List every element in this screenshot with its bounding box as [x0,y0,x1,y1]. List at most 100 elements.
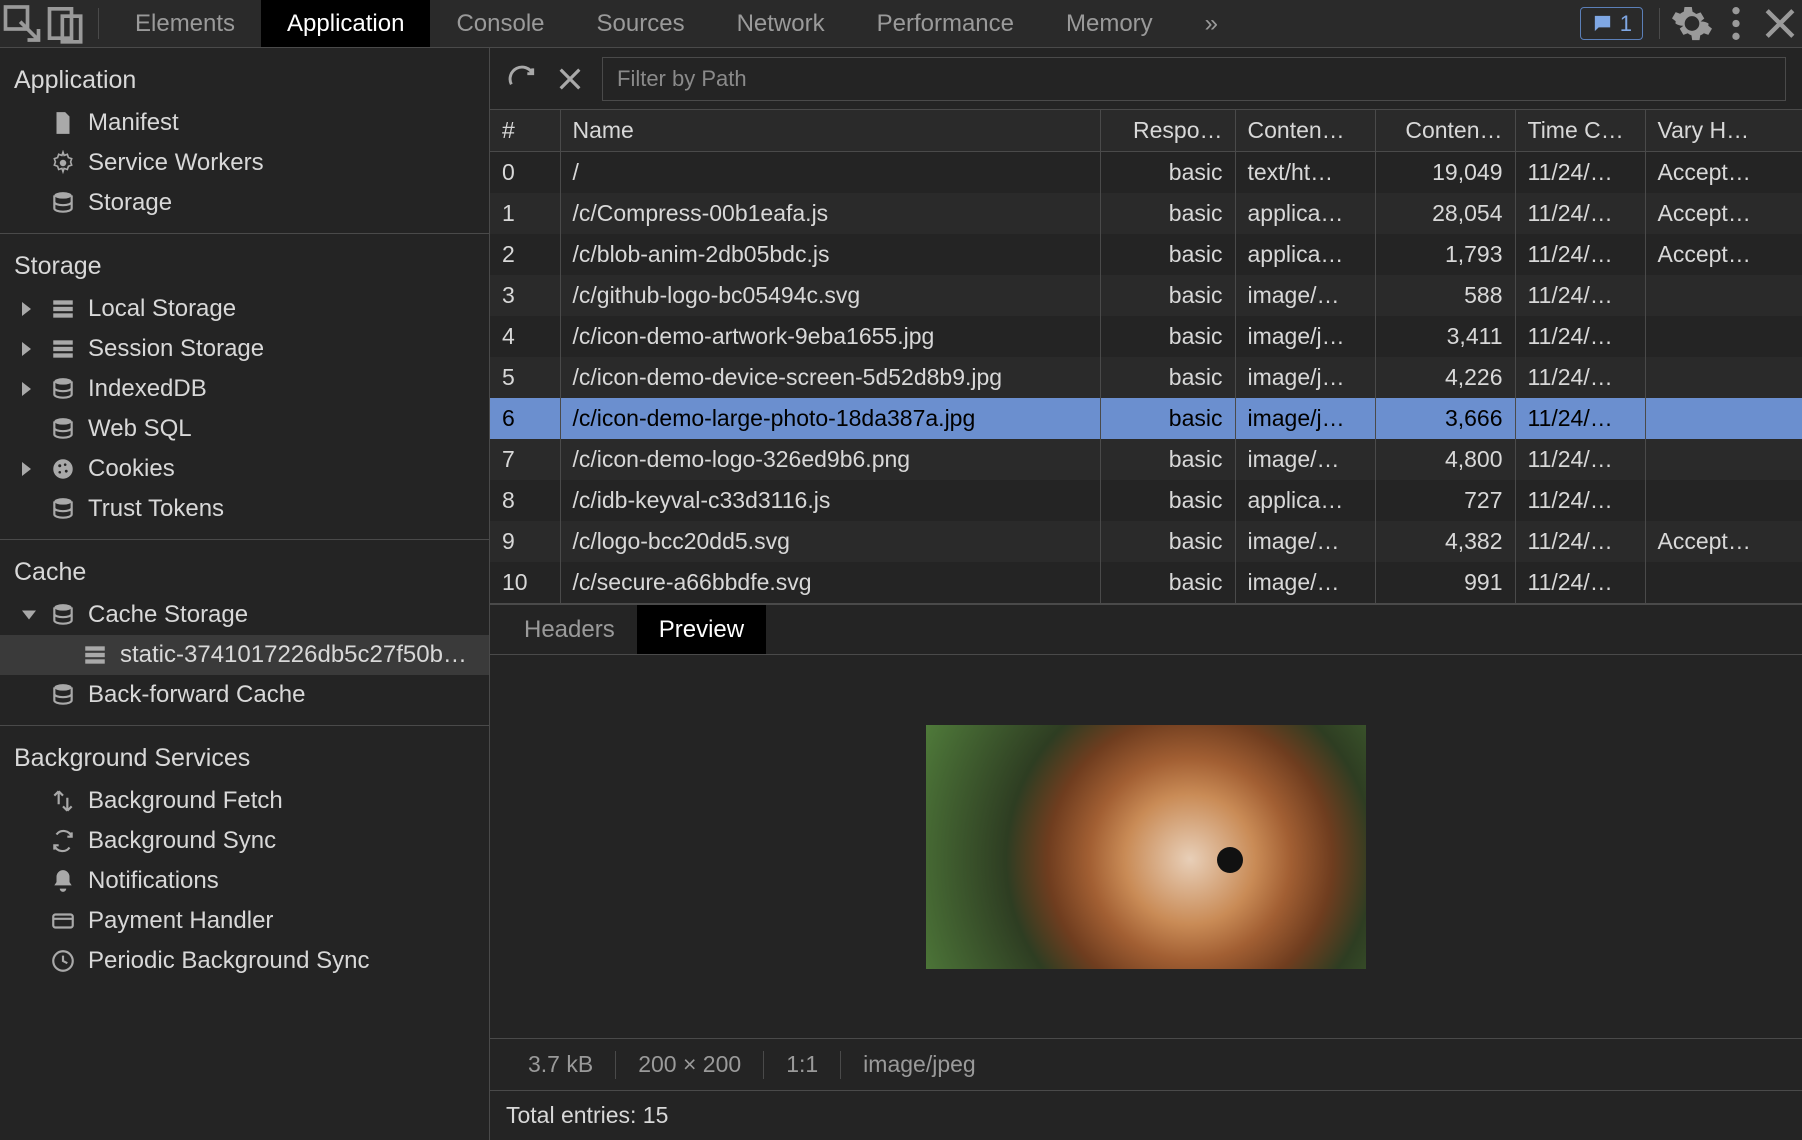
cell-content-length: 4,226 [1375,357,1515,398]
col-content-length[interactable]: Conten… [1375,110,1515,152]
cell-vary-header [1645,439,1802,480]
sidebar-item-notifications[interactable]: Notifications [0,861,489,901]
messages-badge[interactable]: 1 [1580,7,1643,40]
table-row[interactable]: 0/basictext/ht…19,04911/24/…Accept… [490,152,1802,194]
sidebar-item-background-sync[interactable]: Background Sync [0,821,489,861]
table-row[interactable]: 6/c/icon-demo-large-photo-18da387a.jpgba… [490,398,1802,439]
table-row[interactable]: 3/c/github-logo-bc05494c.svgbasicimage/…… [490,275,1802,316]
sidebar-item-session-storage[interactable]: Session Storage [0,329,489,369]
cell-vary-header [1645,398,1802,439]
table-row[interactable]: 1/c/Compress-00b1eafa.jsbasicapplica…28,… [490,193,1802,234]
table-row[interactable]: 8/c/idb-keyval-c33d3116.jsbasicapplica…7… [490,480,1802,521]
table-row[interactable]: 7/c/icon-demo-logo-326ed9b6.pngbasicimag… [490,439,1802,480]
cell-index: 8 [490,480,560,521]
cell-index: 6 [490,398,560,439]
cell-name: /c/github-logo-bc05494c.svg [560,275,1100,316]
gear-icon[interactable] [1670,0,1714,47]
detail-tab-preview[interactable]: Preview [637,605,766,654]
tab-sources[interactable]: Sources [571,0,711,47]
filter-input[interactable] [602,57,1786,101]
cell-response-type: basic [1100,193,1235,234]
tab-console[interactable]: Console [430,0,570,47]
tab-network[interactable]: Network [711,0,851,47]
cell-time-cached: 11/24/… [1515,398,1645,439]
tab-more[interactable]: » [1179,0,1244,47]
cell-response-type: basic [1100,562,1235,604]
cell-response-type: basic [1100,439,1235,480]
col-vary-header[interactable]: Vary H… [1645,110,1802,152]
table-row[interactable]: 4/c/icon-demo-artwork-9eba1655.jpgbasici… [490,316,1802,357]
cell-response-type: basic [1100,398,1235,439]
document-icon [50,110,76,136]
cell-index: 4 [490,316,560,357]
tab-elements[interactable]: Elements [109,0,261,47]
table-row[interactable]: 10/c/secure-a66bbdfe.svgbasicimage/…9911… [490,562,1802,604]
cell-response-type: basic [1100,234,1235,275]
cell-content-type: image/j… [1235,357,1375,398]
cache-entries-table: # Name Respo… Conten… Conten… Time C… Va… [490,110,1802,605]
close-icon[interactable] [1758,0,1802,47]
col-response-type[interactable]: Respo… [1100,110,1235,152]
cell-content-length: 4,382 [1375,521,1515,562]
section-application: Application [0,48,489,103]
table-icon [50,296,76,322]
cell-time-cached: 11/24/… [1515,357,1645,398]
clear-icon[interactable] [554,63,586,95]
cell-index: 7 [490,439,560,480]
cell-index: 10 [490,562,560,604]
devtools-tabbar: Elements Application Console Sources Net… [0,0,1802,48]
cell-time-cached: 11/24/… [1515,316,1645,357]
sidebar-item-storage[interactable]: Storage [0,183,489,223]
cell-content-type: image/… [1235,439,1375,480]
device-toggle-icon[interactable] [44,0,88,47]
table-row[interactable]: 2/c/blob-anim-2db05bdc.jsbasicapplica…1,… [490,234,1802,275]
sidebar-item-manifest[interactable]: Manifest [0,103,489,143]
database-icon [50,496,76,522]
clock-icon [50,948,76,974]
table-row[interactable]: 5/c/icon-demo-device-screen-5d52d8b9.jpg… [490,357,1802,398]
kebab-menu-icon[interactable] [1714,0,1758,47]
cell-index: 1 [490,193,560,234]
cell-content-type: image/j… [1235,316,1375,357]
cell-name: / [560,152,1100,194]
sidebar-item-indexeddb[interactable]: IndexedDB [0,369,489,409]
sidebar-item-cache-storage-entry[interactable]: static-3741017226db5c27f50b… [0,635,489,675]
cell-name: /c/secure-a66bbdfe.svg [560,562,1100,604]
cell-name: /c/icon-demo-artwork-9eba1655.jpg [560,316,1100,357]
sidebar-item-cache-storage[interactable]: Cache Storage [0,595,489,635]
col-content-type[interactable]: Conten… [1235,110,1375,152]
sidebar-item-trust-tokens[interactable]: Trust Tokens [0,489,489,529]
sidebar-item-service-workers[interactable]: Service Workers [0,143,489,183]
tab-application[interactable]: Application [261,0,430,47]
detail-tab-headers[interactable]: Headers [502,605,637,654]
database-icon [50,190,76,216]
sidebar-item-background-fetch[interactable]: Background Fetch [0,781,489,821]
cookie-icon [50,456,76,482]
cell-content-length: 28,054 [1375,193,1515,234]
status-dims: 200 × 200 [616,1051,763,1078]
credit-card-icon [50,908,76,934]
col-name[interactable]: Name [560,110,1100,152]
cell-vary-header [1645,562,1802,604]
cell-vary-header: Accept… [1645,152,1802,194]
cell-content-type: image/… [1235,275,1375,316]
sidebar-item-back-forward-cache[interactable]: Back-forward Cache [0,675,489,715]
database-icon [50,376,76,402]
cell-content-length: 588 [1375,275,1515,316]
bell-icon [50,868,76,894]
col-time-cached[interactable]: Time C… [1515,110,1645,152]
sidebar-item-cookies[interactable]: Cookies [0,449,489,489]
cell-content-type: image/… [1235,521,1375,562]
sidebar-item-web-sql[interactable]: Web SQL [0,409,489,449]
sidebar-item-local-storage[interactable]: Local Storage [0,289,489,329]
refresh-icon[interactable] [506,63,538,95]
col-index[interactable]: # [490,110,560,152]
sidebar-item-periodic-sync[interactable]: Periodic Background Sync [0,941,489,981]
inspect-icon[interactable] [0,0,44,47]
table-icon [50,336,76,362]
table-row[interactable]: 9/c/logo-bcc20dd5.svgbasicimage/…4,38211… [490,521,1802,562]
sidebar-item-payment-handler[interactable]: Payment Handler [0,901,489,941]
cell-response-type: basic [1100,521,1235,562]
tab-performance[interactable]: Performance [851,0,1040,47]
tab-memory[interactable]: Memory [1040,0,1179,47]
